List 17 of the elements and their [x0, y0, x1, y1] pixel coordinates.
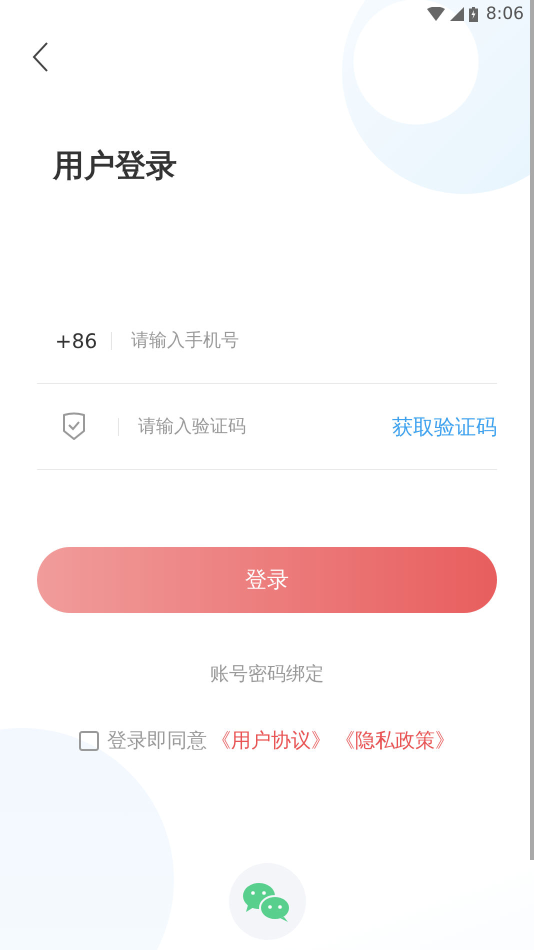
phone-input[interactable]: 请输入手机号 — [129, 329, 497, 352]
agreement-link[interactable]: 《用户协议》 — [211, 727, 331, 754]
page-title: 用户登录 — [53, 148, 177, 186]
status-time: 8:06 — [486, 4, 524, 24]
shield-check-icon — [62, 412, 86, 442]
signal-icon — [450, 7, 464, 21]
back-button[interactable] — [32, 42, 48, 72]
agreement-checkbox[interactable] — [79, 730, 99, 751]
chat-bubbles-icon — [242, 880, 292, 922]
login-button[interactable]: 登录 — [37, 547, 497, 614]
get-code-link[interactable]: 获取验证码 — [392, 412, 497, 441]
wifi-icon — [426, 7, 445, 21]
code-input[interactable]: 请输入验证码 — [136, 415, 392, 438]
agreement-link[interactable]: 《隐私政策》 — [335, 727, 455, 754]
country-code[interactable]: +86 — [55, 328, 111, 353]
agreement-text: 登录即同意 — [107, 727, 207, 754]
account-bind-link[interactable]: 账号密码绑定 — [210, 661, 324, 688]
